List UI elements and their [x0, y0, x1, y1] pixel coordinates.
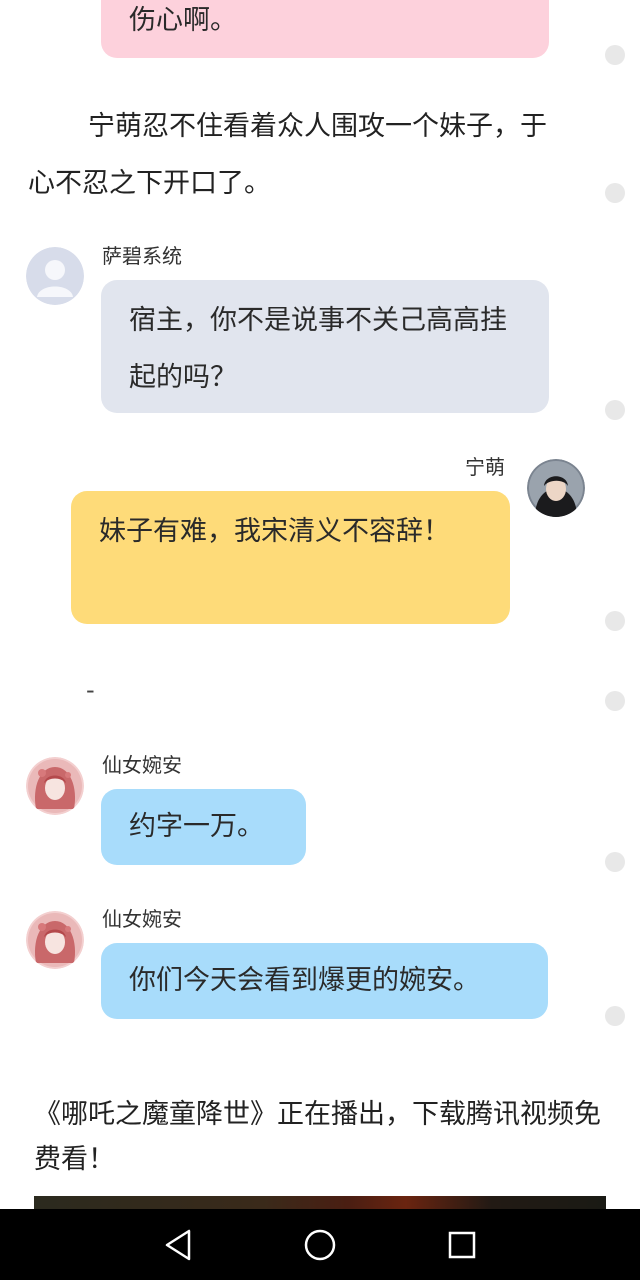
narration-paragraph: 宁萌忍不住看着众人围攻一个妹子，于心不忍之下开口了。 [28, 98, 568, 212]
system-navigation-bar [0, 1209, 640, 1280]
nav-back-button[interactable] [157, 1223, 201, 1267]
sender-name-system: 萨碧系统 [102, 244, 182, 268]
comment-dot[interactable] [605, 45, 625, 65]
default-user-avatar-icon [26, 247, 84, 305]
comment-dot[interactable] [605, 852, 625, 872]
message-text: 约字一万。 [129, 811, 264, 842]
message-bubble-user: 妹子有难，我宋清义不容辞！ [71, 491, 510, 624]
comment-dot[interactable] [605, 183, 625, 203]
author-illustration-avatar [26, 911, 84, 969]
message-bubble-system: 宿主，你不是说事不关己高高挂起的吗？ [101, 280, 549, 413]
sender-name-author: 仙女婉安 [102, 907, 182, 931]
sender-name-user: 宁萌 [465, 455, 505, 479]
user-avatar[interactable] [527, 459, 585, 517]
message-text: 伤心啊。 [129, 5, 237, 36]
square-recent-icon [448, 1231, 476, 1259]
nav-recent-apps-button[interactable] [440, 1223, 484, 1267]
promo-link[interactable]: 《哪吒之魔童降世》正在播出，下载腾讯视频免费看！ [34, 1092, 609, 1182]
message-bubble-partial: 伤心啊。 [101, 0, 549, 58]
author-avatar[interactable] [26, 911, 84, 969]
message-bubble-author: 约字一万。 [101, 789, 306, 865]
triangle-back-icon [165, 1229, 191, 1261]
system-avatar[interactable] [26, 247, 84, 305]
comment-dot[interactable] [605, 400, 625, 420]
user-photo-avatar [527, 459, 585, 517]
message-bubble-author: 你们今天会看到爆更的婉安。 [101, 943, 548, 1019]
message-text: 你们今天会看到爆更的婉安。 [129, 965, 480, 996]
author-avatar[interactable] [26, 757, 84, 815]
promo-text: 《哪吒之魔童降世》正在播出，下载腾讯视频免费看！ [34, 1099, 601, 1175]
nav-home-button[interactable] [298, 1223, 342, 1267]
section-separator: - [86, 676, 95, 704]
message-text: 妹子有难，我宋清义不容辞！ [99, 516, 450, 547]
chat-story-page: 伤心啊。 宁萌忍不住看着众人围攻一个妹子，于心不忍之下开口了。 萨碧系统 宿主，… [0, 0, 640, 1280]
sender-name-author: 仙女婉安 [102, 753, 182, 777]
author-illustration-avatar [26, 757, 84, 815]
message-text: 宿主，你不是说事不关己高高挂起的吗？ [129, 305, 507, 393]
comment-dot[interactable] [605, 1006, 625, 1026]
comment-dot[interactable] [605, 611, 625, 631]
circle-home-icon [304, 1229, 336, 1261]
comment-dot[interactable] [605, 691, 625, 711]
narration-text: 宁萌忍不住看着众人围攻一个妹子，于心不忍之下开口了。 [28, 111, 547, 199]
